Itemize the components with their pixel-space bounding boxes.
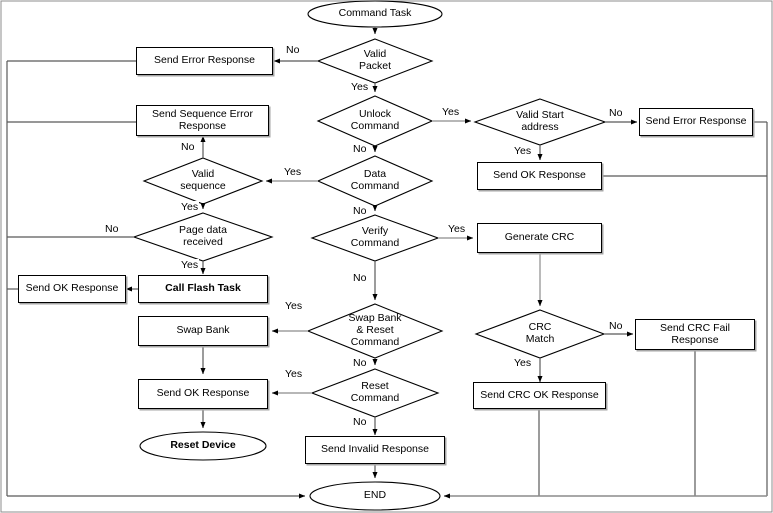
node-data-command-label: Data Command bbox=[349, 168, 401, 193]
node-end: END bbox=[310, 482, 440, 510]
edge-label-unlock-yes: Yes bbox=[441, 106, 461, 118]
line-1: Valid Start bbox=[516, 109, 564, 122]
node-send-ok-response-3-label: Send OK Response bbox=[156, 387, 250, 400]
node-swap-bank-reset-command-label: Swap Bank & Reset Command bbox=[346, 312, 403, 348]
edge-label-valid-packet-no: No bbox=[285, 44, 301, 56]
node-valid-start-address-label: Valid Start address bbox=[514, 109, 566, 134]
node-swap-bank: Swap Bank bbox=[138, 316, 268, 346]
node-send-invalid-response: Send Invalid Response bbox=[305, 436, 445, 464]
edge-label-valid-sequence-no: No bbox=[180, 141, 196, 153]
edge-label-crc-match-no: No bbox=[608, 320, 624, 332]
line-1: CRC bbox=[528, 321, 552, 334]
edge-label-verify-yes: Yes bbox=[447, 223, 467, 235]
line-1: Swap Bank bbox=[348, 312, 402, 325]
node-verify-command-label: Verify Command bbox=[349, 225, 401, 250]
node-send-error-response-1: Send Error Response bbox=[136, 47, 273, 75]
line-2: Match bbox=[525, 333, 555, 345]
line-1: Valid bbox=[191, 168, 215, 181]
line-2: Response bbox=[671, 333, 719, 346]
node-valid-packet-label: Valid Packet bbox=[357, 48, 393, 73]
edge-label-data-no: No bbox=[352, 205, 368, 217]
node-send-crc-fail-response-label: Send CRC Fail Response bbox=[659, 321, 731, 347]
node-call-flash-task: Call Flash Task bbox=[138, 275, 268, 303]
node-page-data-received: Page data received bbox=[140, 213, 266, 261]
node-swap-bank-label: Swap Bank bbox=[176, 324, 230, 337]
edge-label-swap-reset-no: No bbox=[352, 357, 368, 369]
line-2: sequence bbox=[180, 180, 226, 192]
line-2: Packet bbox=[358, 60, 392, 72]
line-1: Send Sequence Error bbox=[152, 107, 253, 120]
node-reset-command: Reset Command bbox=[316, 369, 434, 417]
edge-label-reset-yes: Yes bbox=[284, 368, 304, 380]
line-1: Page data bbox=[179, 224, 227, 237]
node-send-ok-response-1: Send OK Response bbox=[477, 162, 602, 190]
node-valid-start-address: Valid Start address bbox=[478, 99, 602, 145]
edge-label-valid-sequence-yes: Yes bbox=[180, 201, 200, 213]
node-verify-command: Verify Command bbox=[316, 215, 434, 261]
edge-label-data-yes: Yes bbox=[283, 166, 303, 178]
node-send-ok-response-2-label: Send OK Response bbox=[25, 282, 119, 295]
node-unlock-command-label: Unlock Command bbox=[349, 108, 401, 133]
node-generate-crc-label: Generate CRC bbox=[504, 231, 575, 244]
line-1: Valid bbox=[363, 48, 387, 61]
line-1: Unlock bbox=[358, 108, 392, 121]
edge-label-swap-reset-yes: Yes bbox=[284, 300, 304, 312]
node-crc-match-label: CRC Match bbox=[524, 321, 557, 346]
line-2: address bbox=[521, 121, 559, 133]
line-2: Response bbox=[178, 119, 227, 132]
node-reset-command-label: Reset Command bbox=[349, 380, 401, 405]
node-send-sequence-error-response: Send Sequence Error Response bbox=[136, 105, 269, 136]
line-2: & Reset bbox=[356, 324, 394, 337]
line-2: Command bbox=[350, 237, 400, 249]
node-send-ok-response-1-label: Send OK Response bbox=[493, 169, 586, 182]
node-send-error-response-2-label: Send Error Response bbox=[645, 115, 747, 128]
edge-label-page-data-yes: Yes bbox=[180, 259, 200, 271]
node-end-label: END bbox=[363, 489, 387, 502]
node-call-flash-task-label: Call Flash Task bbox=[165, 282, 241, 295]
edge-label-crc-match-yes: Yes bbox=[513, 357, 533, 369]
node-send-invalid-response-label: Send Invalid Response bbox=[321, 443, 429, 456]
line-2: Command bbox=[350, 180, 400, 192]
edge-label-reset-no: No bbox=[352, 416, 368, 428]
node-send-error-response-2: Send Error Response bbox=[639, 108, 753, 136]
node-send-ok-response-3: Send OK Response bbox=[138, 379, 268, 409]
node-send-ok-response-2: Send OK Response bbox=[18, 275, 126, 303]
line-1: Reset bbox=[361, 380, 389, 393]
node-send-sequence-error-response-label: Send Sequence Error Response bbox=[152, 107, 253, 133]
node-start-label: Command Task bbox=[338, 7, 412, 20]
edge-label-unlock-no: No bbox=[352, 143, 368, 155]
node-generate-crc: Generate CRC bbox=[477, 223, 602, 253]
flowchart-canvas: Command Task Valid Packet Send Error Res… bbox=[0, 0, 773, 513]
node-valid-sequence: Valid sequence bbox=[146, 158, 260, 204]
node-valid-sequence-label: Valid sequence bbox=[178, 168, 228, 193]
node-crc-match: CRC Match bbox=[480, 310, 600, 358]
node-send-crc-fail-response: Send CRC Fail Response bbox=[635, 319, 755, 350]
line-1: Verify bbox=[361, 225, 389, 238]
line-2: received bbox=[183, 236, 223, 248]
edge-label-valid-packet-yes: Yes bbox=[350, 81, 370, 93]
node-valid-packet: Valid Packet bbox=[318, 39, 432, 83]
node-send-crc-ok-response-label: Send CRC OK Response bbox=[480, 388, 599, 401]
node-swap-bank-reset-command: Swap Bank & Reset Command bbox=[310, 304, 440, 358]
node-reset-device-label: Reset Device bbox=[170, 439, 236, 452]
line-1: Data bbox=[363, 168, 387, 181]
node-data-command: Data Command bbox=[318, 156, 432, 206]
line-1: Send CRC Fail bbox=[659, 321, 731, 334]
node-start-command-task: Command Task bbox=[308, 1, 442, 27]
node-unlock-command: Unlock Command bbox=[318, 96, 432, 146]
edge-label-verify-no: No bbox=[352, 272, 368, 284]
line-2: Command bbox=[350, 392, 400, 404]
line-2: Command bbox=[350, 120, 400, 132]
edge-label-page-data-no: No bbox=[104, 223, 120, 235]
node-page-data-received-label: Page data received bbox=[177, 224, 229, 249]
edge-label-valid-start-no: No bbox=[608, 107, 624, 119]
edge-label-valid-start-yes: Yes bbox=[513, 145, 533, 157]
node-reset-device: Reset Device bbox=[140, 432, 266, 460]
line-3: Command bbox=[350, 335, 400, 348]
node-send-crc-ok-response: Send CRC OK Response bbox=[473, 382, 606, 409]
node-send-error-response-1-label: Send Error Response bbox=[154, 54, 255, 67]
